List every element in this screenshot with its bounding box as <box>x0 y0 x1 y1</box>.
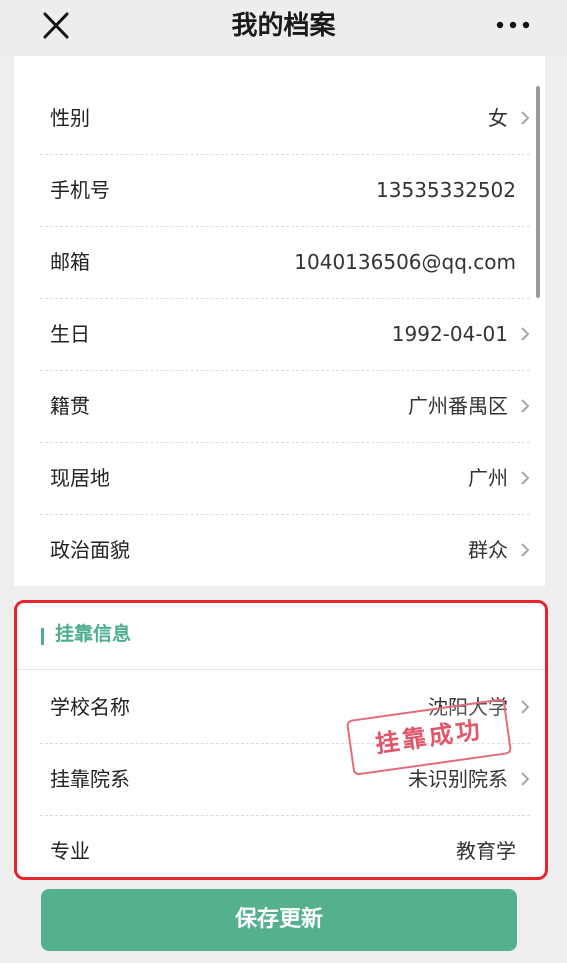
section-accent-bar <box>41 628 44 645</box>
row-email[interactable]: 邮箱 1040136506@qq.com <box>40 226 530 299</box>
row-phone[interactable]: 手机号 13535332502 <box>40 154 530 227</box>
row-political-status[interactable]: 政治面貌 群众 <box>40 514 530 586</box>
row-label: 生日 <box>50 322 90 346</box>
section-header: 挂靠信息 <box>14 600 545 670</box>
row-value: 广州番禺区 <box>408 394 508 418</box>
row-label: 专业 <box>50 839 90 863</box>
page-title: 我的档案 <box>231 11 336 41</box>
chevron-right-icon <box>521 543 530 557</box>
profile-card: 性别 女 手机号 13535332502 邮箱 1040136506@qq.co… <box>14 56 545 586</box>
row-label: 学校名称 <box>50 695 130 719</box>
chevron-right-icon <box>521 471 530 485</box>
chevron-right-icon <box>521 327 530 341</box>
row-label: 政治面貌 <box>50 538 130 562</box>
chevron-right-icon <box>521 111 530 125</box>
row-birthday[interactable]: 生日 1992-04-01 <box>40 298 530 371</box>
row-gender[interactable]: 性别 女 <box>40 82 530 155</box>
chevron-right-icon <box>521 399 530 413</box>
row-label: 手机号 <box>50 178 110 202</box>
row-label: 性别 <box>50 106 90 130</box>
save-button[interactable]: 保存更新 <box>41 889 517 951</box>
row-value: 1992-04-01 <box>391 322 508 346</box>
row-value: 教育学 <box>456 839 516 863</box>
row-value: 1040136506@qq.com <box>294 250 516 274</box>
top-bar: 我的档案 <box>0 0 567 56</box>
row-value: 群众 <box>468 538 508 562</box>
row-label: 邮箱 <box>50 250 90 274</box>
chevron-right-icon <box>521 772 530 786</box>
row-residence[interactable]: 现居地 广州 <box>40 442 530 515</box>
chevron-right-icon <box>521 700 530 714</box>
row-major[interactable]: 专业 教育学 <box>40 815 530 887</box>
section-title: 挂靠信息 <box>55 623 132 645</box>
row-hometown[interactable]: 籍贯 广州番禺区 <box>40 370 530 443</box>
row-label: 籍贯 <box>50 394 90 418</box>
row-label: 现居地 <box>50 466 110 490</box>
row-value: 女 <box>488 106 508 130</box>
scrollbar[interactable] <box>536 86 540 298</box>
row-label: 挂靠院系 <box>50 767 130 791</box>
more-icon[interactable] <box>495 14 531 36</box>
row-value: 13535332502 <box>376 178 516 202</box>
row-value: 广州 <box>468 466 508 490</box>
